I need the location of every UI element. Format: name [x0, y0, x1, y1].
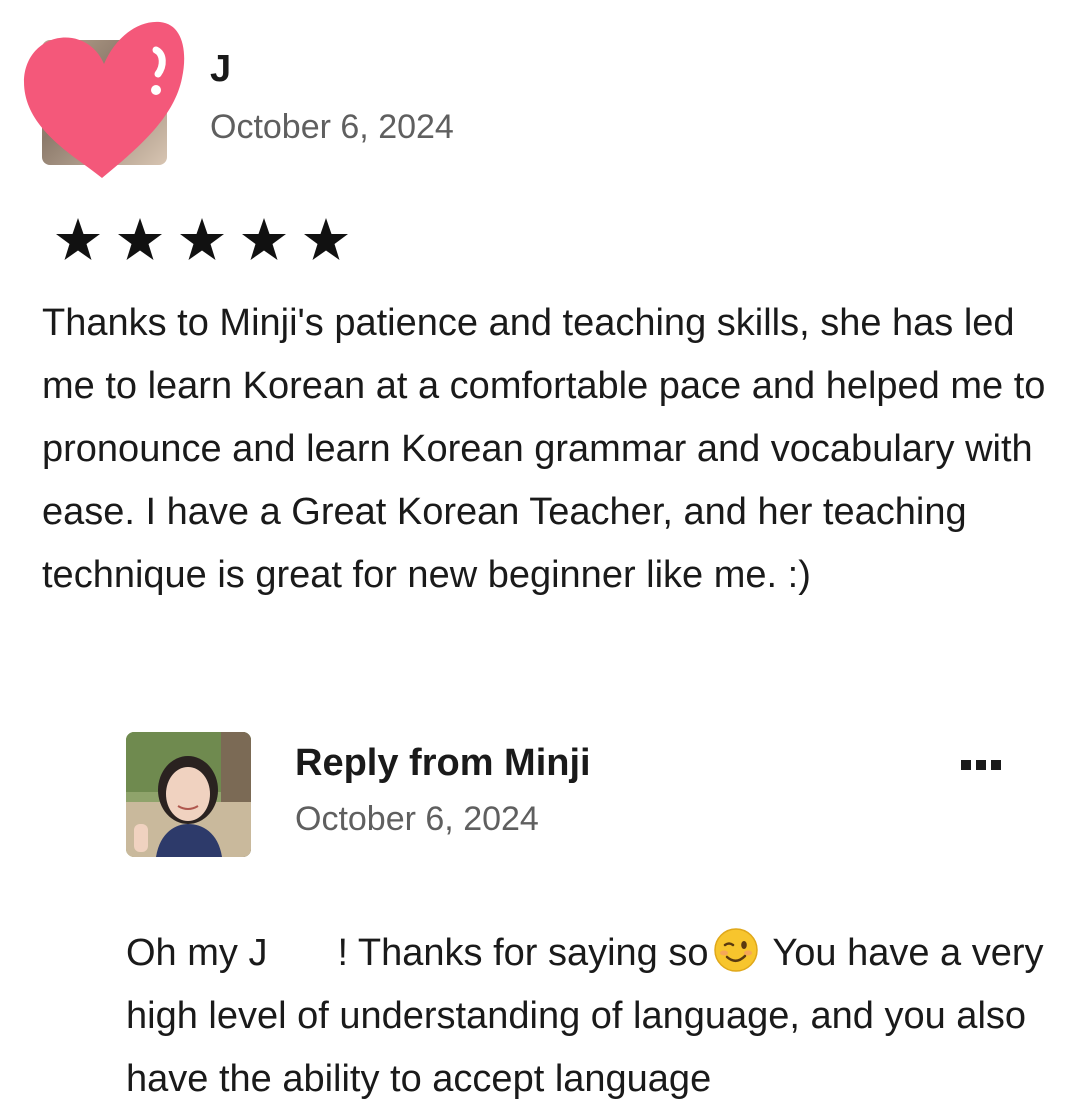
reply-section: Reply from Minji October 6, 2024 Oh my J…: [0, 720, 1080, 1114]
review-text: Thanks to Minji's patience and teaching …: [42, 302, 1046, 596]
review-date: October 6, 2024: [210, 108, 454, 146]
reviewer-name: J: [210, 48, 232, 90]
star-rating: [47, 212, 357, 268]
star-icon: [242, 218, 286, 260]
reply-date: October 6, 2024: [295, 800, 539, 838]
star-icon: [118, 218, 162, 260]
review-header: J October 6, 2024: [0, 0, 1080, 200]
more-options-icon: [991, 760, 1001, 770]
reply-text-part: Oh my J: [126, 932, 268, 974]
winking-face-icon: [713, 928, 758, 972]
more-options-icon: [961, 760, 971, 770]
heart-sticker-icon: [24, 21, 185, 179]
more-options-icon: [976, 760, 986, 770]
teacher-avatar[interactable]: [126, 732, 251, 857]
reply-title: Reply from Minji: [295, 742, 591, 784]
reply-text: Oh my J! Thanks for saying so You have a…: [126, 922, 1056, 1111]
reply-text-part: ! Thanks for saying so: [337, 932, 709, 974]
star-icon: [56, 218, 100, 260]
star-icon: [304, 218, 348, 260]
more-options-button[interactable]: [955, 750, 1007, 780]
star-icon: [180, 218, 224, 260]
